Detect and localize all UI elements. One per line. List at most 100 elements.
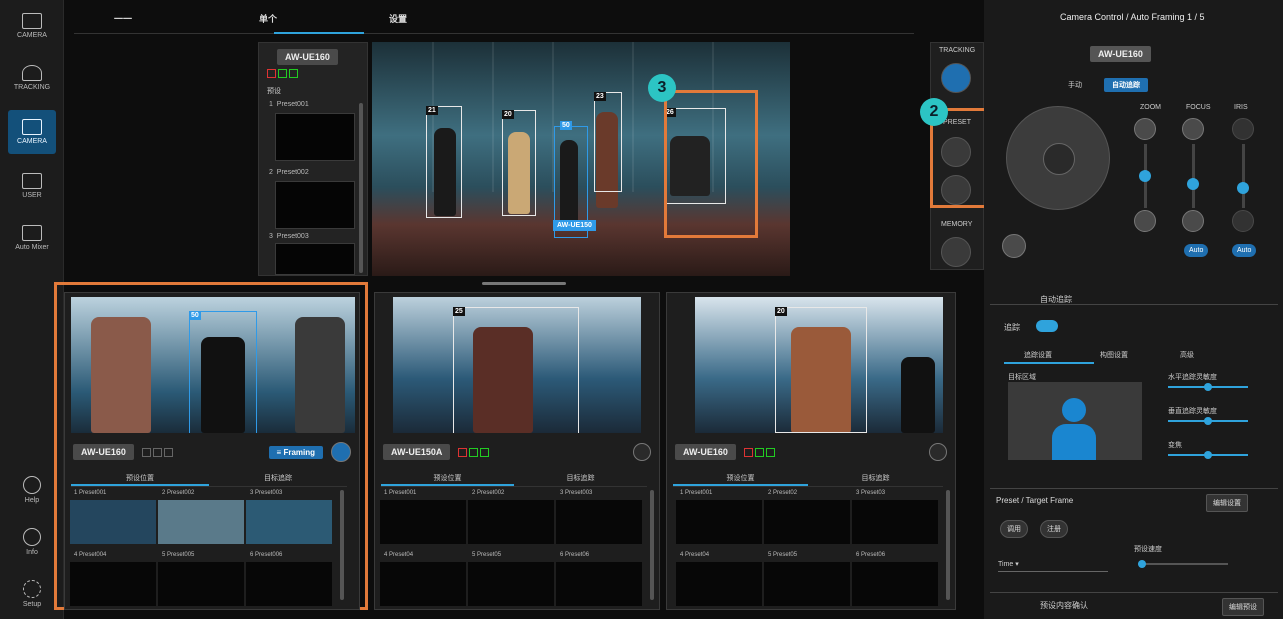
iris-slider-thumb[interactable] [1237,182,1249,194]
rail-item-tracking[interactable]: TRACKING [8,56,56,100]
preset-scrollbar[interactable] [650,490,654,600]
slider-thumb[interactable] [1204,417,1212,425]
preset-target-header: Preset / Target Frame [996,496,1074,505]
rail-item-user[interactable]: USER [8,164,56,208]
preset-slot[interactable] [852,562,938,606]
section-auto-tracking[interactable]: 自动追踪 [1040,294,1072,305]
preset-slot[interactable] [852,500,938,544]
register-button[interactable]: 注册 [1040,520,1068,538]
slider-thumb[interactable] [1204,451,1212,459]
tracking-box[interactable]: 23 [594,92,622,192]
preset-slot[interactable] [468,562,554,606]
camera-thumbnail[interactable]: 25 [393,297,641,433]
iris-slider[interactable] [1242,144,1245,208]
camera-label[interactable]: AW-UE160 [675,444,736,460]
edit-preset-button[interactable]: 编辑预设 [1222,598,1264,616]
recall-button[interactable]: 调用 [1000,520,1028,538]
tracking-box[interactable]: 20 [502,110,536,216]
target-area-box[interactable] [1008,382,1142,460]
framing-button[interactable]: ≡ Framing [268,445,323,459]
preset-slot[interactable] [556,562,642,606]
iris-auto-button[interactable]: Auto [1232,244,1257,257]
splitter-handle[interactable] [482,282,566,285]
home-button[interactable] [1002,234,1026,258]
rail-item-camera-setup[interactable]: CAMERA [8,4,56,48]
time-select[interactable]: Time ▾ [998,558,1108,572]
camera-setup-icon [22,13,42,29]
preset-caption: 1 Preset001 [680,490,713,496]
zoom-slider-thumb[interactable] [1139,170,1151,182]
iris-step-button[interactable] [1232,210,1254,232]
focus-step-button[interactable] [1182,210,1204,232]
camera-thumbnail[interactable]: 20 [695,297,943,433]
tracking-toggle[interactable] [1036,320,1058,332]
preset-scrollbar[interactable] [340,490,344,600]
footer-label: 预设内容确认 [1040,601,1088,610]
screen-icon [22,119,42,135]
rail-item-settings[interactable]: Setup [8,572,56,616]
preset-slot[interactable] [158,500,244,544]
preset-scrollbar[interactable] [359,103,363,273]
preset-slot[interactable] [246,500,332,544]
preset-slot[interactable] [764,562,850,606]
preset-caption: 4 Preset04 [384,552,414,558]
preset-slot[interactable] [275,243,355,275]
preset-slot[interactable] [275,181,355,229]
preset-scrollbar[interactable] [946,490,950,600]
target-icon[interactable] [633,443,651,461]
focus-auto-button[interactable]: Auto [1184,244,1209,257]
focus-knob[interactable] [1182,118,1204,140]
mode-manual-tab[interactable]: 手动 [1068,80,1082,90]
subtab-tracking[interactable]: 追踪设置 [1024,350,1052,360]
focus-slider-thumb[interactable] [1187,178,1199,190]
preset-caption: 2 Preset002 [472,490,505,496]
preset-slot[interactable] [158,562,244,606]
preset-slot[interactable] [764,500,850,544]
iris-knob[interactable] [1232,118,1254,140]
camera-label[interactable]: AW-UE160 [73,444,134,460]
preset-slot[interactable] [676,500,762,544]
preset-speed-slider[interactable] [1138,563,1228,565]
tab-1[interactable]: 一一 [114,12,132,25]
subtab-advanced[interactable]: 高级 [1180,350,1194,360]
preset-slot[interactable] [468,500,554,544]
tracking-box[interactable]: 21 [426,106,462,218]
right-camera-label[interactable]: AW-UE160 [1090,46,1151,62]
memory-button[interactable] [941,237,971,267]
pan-tilt-dial[interactable] [1006,106,1110,210]
zoom-knob[interactable] [1134,118,1156,140]
highlight-box-3 [664,90,758,238]
selected-camera-tag: AW-UE150 [553,220,596,231]
user-frame-icon [22,173,42,189]
slider-thumb[interactable] [1204,383,1212,391]
active-tab-indicator [274,32,364,34]
preset-slot[interactable] [380,562,466,606]
rail-item-auto-mixer[interactable]: Auto Mixer [8,216,56,260]
preset-slot[interactable] [676,562,762,606]
rail-item-info[interactable]: Info [8,520,56,564]
target-icon[interactable] [331,442,351,462]
tracking-toggle-button[interactable] [941,63,971,93]
rail-item-camera-control[interactable]: CAMERA [8,110,56,154]
zoom-step-button[interactable] [1134,210,1156,232]
preset-caption: 5 Preset05 [768,552,798,558]
auto-mixer-icon [22,225,42,241]
camera-thumbnail[interactable]: 50 [71,297,355,433]
edit-settings-button[interactable]: 编辑设置 [1206,494,1248,512]
preset-slot[interactable] [70,500,156,544]
preset-slot[interactable] [556,500,642,544]
slider-thumb[interactable] [1138,560,1146,568]
focus-slider[interactable] [1192,144,1195,208]
target-icon[interactable] [929,443,947,461]
preset-slot[interactable] [275,113,355,161]
mode-auto-tab[interactable]: 自动追踪 [1104,78,1148,92]
preset-slot[interactable] [246,562,332,606]
subtab-framing[interactable]: 构图设置 [1100,350,1128,360]
preset-slot[interactable] [380,500,466,544]
tab-settings[interactable]: 设置 [389,12,407,25]
camera-label[interactable]: AW-UE150A [383,444,451,460]
camera-label[interactable]: AW-UE160 [277,49,338,65]
rail-item-help[interactable]: Help [8,468,56,512]
tab-single[interactable]: 单个 [259,12,277,25]
preset-slot[interactable] [70,562,156,606]
